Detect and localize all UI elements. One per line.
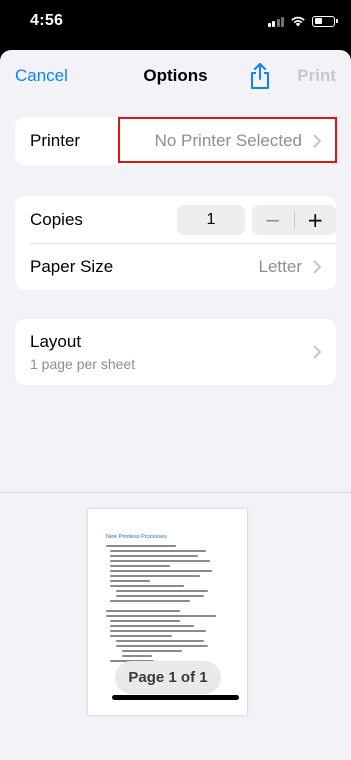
cellular-signal-icon	[267, 16, 284, 27]
printer-label: Printer	[30, 131, 81, 150]
chevron-right-icon	[313, 260, 321, 273]
paper-size-row[interactable]: Paper Size Letter	[15, 243, 336, 290]
paper-size-value: Letter	[258, 256, 302, 276]
layout-subtitle: 1 page per sheet	[30, 356, 136, 372]
share-button[interactable]	[247, 62, 273, 90]
copies-stepper: − +	[252, 205, 336, 235]
wifi-icon	[291, 16, 305, 27]
status-icons	[267, 15, 338, 27]
print-preview-area: New Printless Processes Page 1 of 1	[0, 492, 351, 760]
home-indicator	[112, 695, 239, 700]
layout-label: Layout	[30, 332, 82, 351]
status-bar: 4:56	[0, 0, 351, 46]
layout-group[interactable]: Layout 1 page per sheet	[15, 319, 336, 385]
share-icon	[251, 63, 269, 89]
decrement-button[interactable]: −	[252, 205, 294, 235]
print-button[interactable]: Print	[297, 66, 336, 86]
screen: 4:56 Cancel Options Print Printer No Pri…	[0, 0, 351, 760]
chevron-right-icon	[313, 345, 321, 359]
copies-row: Copies 1 − +	[15, 196, 336, 243]
copies-label: Copies	[30, 209, 83, 229]
page-indicator: Page 1 of 1	[115, 661, 221, 694]
copies-paper-group: Copies 1 − + Paper Size Letter	[15, 196, 336, 290]
battery-icon	[312, 15, 338, 27]
increment-button[interactable]: +	[295, 205, 337, 235]
navigation-bar: Cancel Options Print	[0, 50, 351, 102]
copies-count-field[interactable]: 1	[177, 205, 245, 235]
printer-highlight-box	[118, 117, 337, 163]
print-options-sheet: Cancel Options Print Printer No Printer …	[0, 50, 351, 760]
status-time: 4:56	[30, 12, 64, 29]
paper-size-label: Paper Size	[30, 256, 114, 276]
preview-heading: New Printless Processes	[106, 534, 167, 540]
